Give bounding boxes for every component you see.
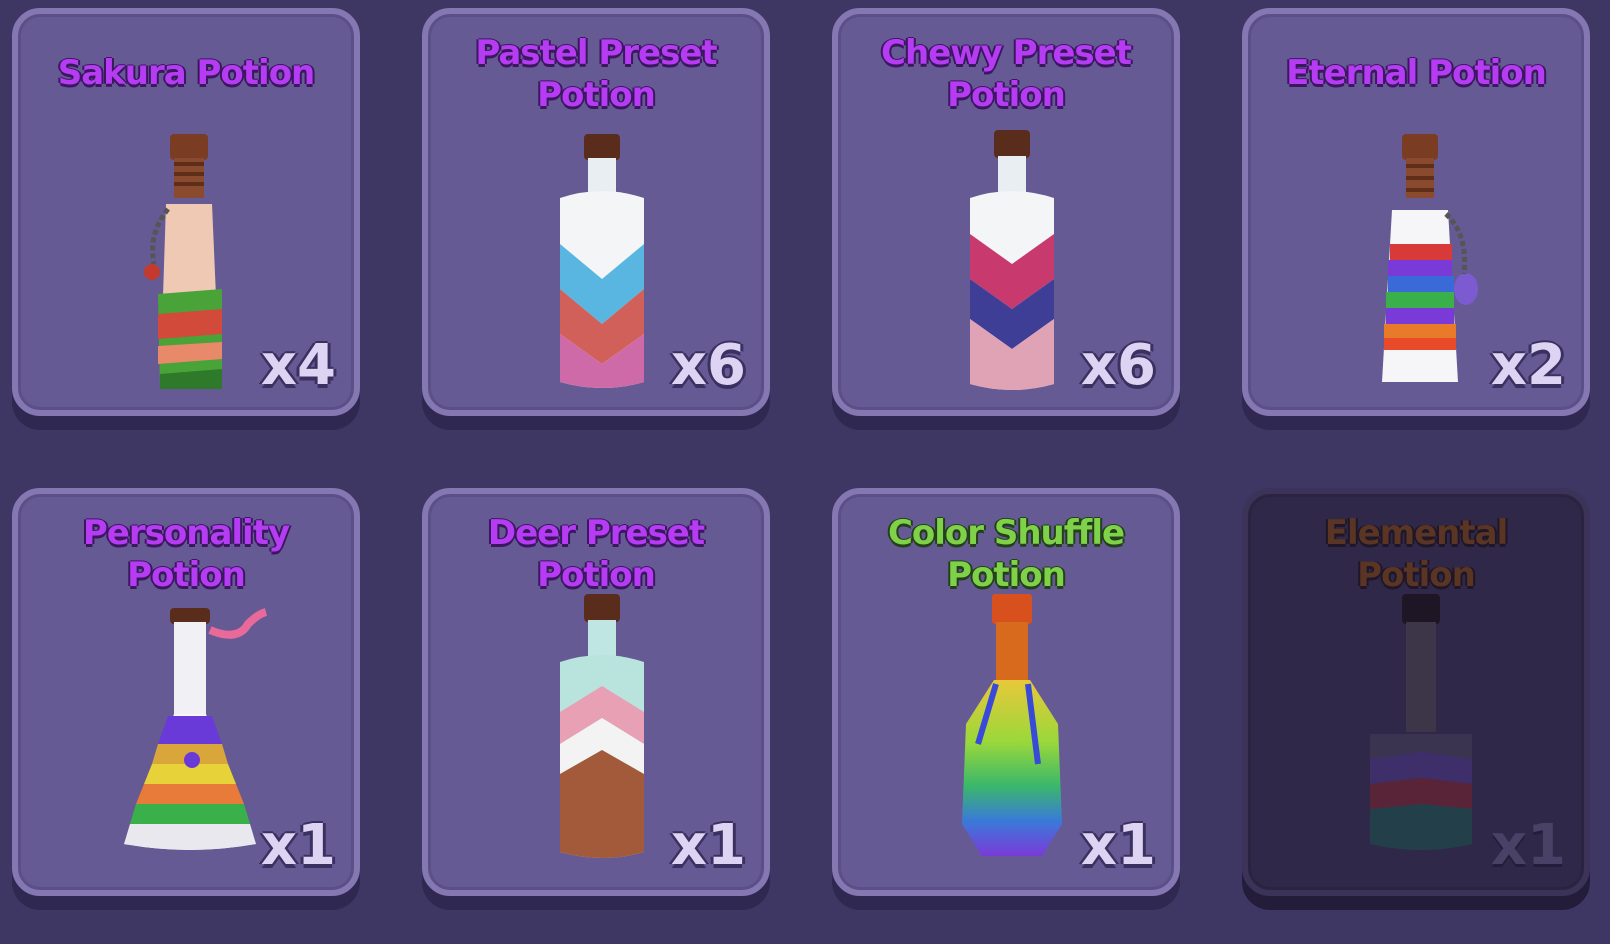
potion-card-sakura[interactable]: Sakura Potion x4 [12, 8, 360, 416]
potion-card-color-shuffle[interactable]: Color Shuffle Potion x1 [832, 488, 1180, 896]
potion-card-elemental-locked[interactable]: Elemental Potion x1 [1242, 488, 1590, 896]
potion-title: Chewy Preset Potion [881, 33, 1132, 115]
eternal-potion-icon [1382, 134, 1478, 382]
potion-title: Color Shuffle Potion [887, 513, 1125, 595]
potion-card-personality[interactable]: Personality Potion x1 [12, 488, 360, 896]
color-shuffle-potion-icon [962, 594, 1062, 856]
personality-potion-icon [124, 608, 268, 850]
pastel-potion-icon [560, 134, 644, 388]
potion-count: x6 [670, 333, 746, 398]
deer-potion-icon [560, 594, 644, 858]
elemental-potion-icon [1370, 594, 1472, 850]
chewy-potion-icon [970, 130, 1054, 390]
potion-count: x2 [1490, 333, 1566, 398]
potion-card-eternal[interactable]: Eternal Potion x2 [1242, 8, 1590, 416]
potion-title: Pastel Preset Potion [475, 33, 717, 115]
potion-count: x1 [260, 813, 336, 878]
potion-title: Sakura Potion [57, 53, 316, 93]
potion-card-chewy-preset[interactable]: Chewy Preset Potion x6 [832, 8, 1180, 416]
potion-title: Elemental Potion [1324, 513, 1508, 595]
potion-count: x6 [1080, 333, 1156, 398]
sakura-potion-icon [144, 134, 222, 389]
potion-count: x4 [260, 333, 336, 398]
potion-count: x1 [670, 813, 746, 878]
potion-inventory-grid: Sakura Potion x4 Pastel Preset Potion x6 [0, 0, 1610, 944]
potion-count: x1 [1490, 813, 1566, 878]
potion-title: Eternal Potion [1286, 53, 1547, 93]
potion-card-deer-preset[interactable]: Deer Preset Potion x1 [422, 488, 770, 896]
potion-title: Personality Potion [82, 513, 290, 595]
potion-count: x1 [1080, 813, 1156, 878]
potion-title: Deer Preset Potion [487, 513, 705, 595]
potion-card-pastel-preset[interactable]: Pastel Preset Potion x6 [422, 8, 770, 416]
